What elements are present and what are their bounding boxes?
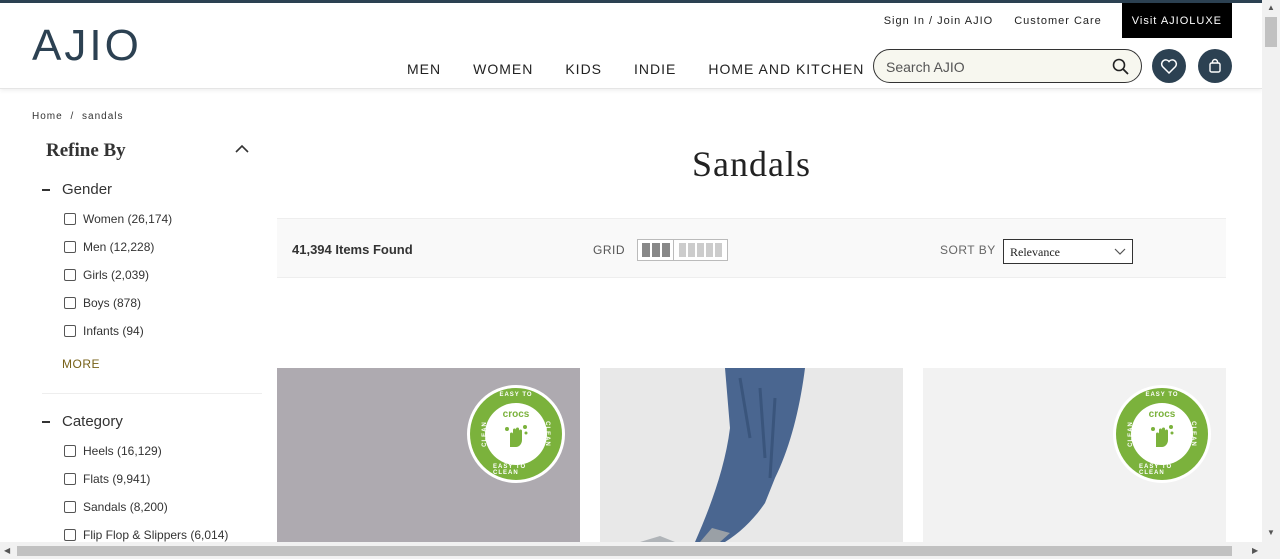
- badge-text: EASY TO CLEAN: [493, 464, 527, 476]
- top-links: Sign In / Join AJIO Customer Care Visit …: [863, 3, 1232, 38]
- badge-text: CLEAN: [1127, 421, 1134, 447]
- checkbox[interactable]: [64, 473, 76, 485]
- horizontal-scrollbar[interactable]: ◀ ▶: [0, 542, 1280, 559]
- nav-men[interactable]: MEN: [407, 61, 441, 77]
- checkbox[interactable]: [64, 213, 76, 225]
- checkbox[interactable]: [64, 241, 76, 253]
- facet-category-title: Category: [62, 413, 123, 430]
- badge-text: EASY TO: [499, 392, 533, 398]
- scroll-down-arrow-icon[interactable]: ▼: [1267, 528, 1275, 538]
- filter-option[interactable]: Girls (2,039): [64, 268, 149, 282]
- items-found-count: 41,394 Items Found: [292, 242, 413, 257]
- crocs-easy-to-clean-badge: EASY TO CLEAN CLEAN EASY TO CLEAN crocs: [1113, 385, 1211, 483]
- filter-option-label: Flats (9,941): [83, 472, 151, 486]
- checkbox[interactable]: [64, 325, 76, 337]
- filter-option[interactable]: Flats (9,941): [64, 472, 150, 486]
- grid-5-column-icon[interactable]: [674, 240, 727, 260]
- nav-home-and-kitchen[interactable]: HOME AND KITCHEN: [708, 61, 864, 77]
- bag-icon: [1209, 58, 1221, 73]
- signin-link[interactable]: Sign In / Join AJIO: [884, 15, 994, 27]
- filter-option[interactable]: Infants (94): [64, 324, 144, 338]
- page-title: Sandals: [692, 144, 811, 184]
- product-image: [640, 368, 805, 542]
- cart-button[interactable]: [1198, 49, 1232, 83]
- collapse-dash-icon: [42, 421, 50, 424]
- checkbox[interactable]: [64, 297, 76, 309]
- site-header: AJIO Sign In / Join AJIO Customer Care V…: [0, 3, 1262, 89]
- sort-by-label: SORT BY: [940, 243, 996, 257]
- badge-text: CLEAN: [481, 421, 488, 447]
- badge-text: EASY TO CLEAN: [1139, 464, 1173, 476]
- breadcrumb-current: sandals: [82, 111, 124, 122]
- filter-option[interactable]: Flip Flop & Slippers (6,014): [64, 528, 228, 542]
- hand-wash-icon: [1151, 425, 1174, 447]
- badge-brand: crocs: [1148, 409, 1176, 420]
- filter-option-label: Women (26,174): [83, 212, 173, 226]
- grid-3-column-icon[interactable]: [638, 240, 674, 260]
- refine-by-heading: Refine By: [46, 140, 126, 161]
- filter-option[interactable]: Men (12,228): [64, 240, 154, 254]
- badge-brand: crocs: [502, 409, 530, 420]
- chevron-up-icon[interactable]: [234, 143, 250, 155]
- filter-option[interactable]: Boys (878): [64, 296, 141, 310]
- grid-label: GRID: [593, 243, 625, 257]
- nav-women[interactable]: WOMEN: [473, 61, 533, 77]
- gender-more-link[interactable]: MORE: [62, 357, 100, 371]
- vertical-scroll-thumb[interactable]: [1265, 17, 1277, 47]
- search-input[interactable]: [886, 57, 1106, 77]
- search-box: [873, 49, 1142, 83]
- horizontal-scroll-thumb[interactable]: [17, 546, 1232, 556]
- wishlist-button[interactable]: [1152, 49, 1186, 83]
- search-icon[interactable]: [1111, 57, 1131, 77]
- checkbox[interactable]: [64, 501, 76, 513]
- filter-option[interactable]: Heels (16,129): [64, 444, 162, 458]
- sort-selected-value: Relevance: [1010, 245, 1060, 259]
- facet-gender[interactable]: Gender: [42, 181, 112, 198]
- hand-wash-icon: [505, 425, 528, 447]
- customer-care-link[interactable]: Customer Care: [1014, 15, 1102, 27]
- scroll-left-arrow-icon[interactable]: ◀: [4, 546, 10, 556]
- facet-category[interactable]: Category: [42, 413, 123, 430]
- heart-icon: [1160, 59, 1178, 74]
- filter-option-label: Men (12,228): [83, 240, 155, 254]
- results-toolbar: 41,394 Items Found GRID SORT BY Relevanc…: [277, 218, 1226, 278]
- scroll-right-arrow-icon[interactable]: ▶: [1252, 546, 1258, 556]
- facet-gender-title: Gender: [62, 181, 113, 198]
- badge-text: EASY TO: [1145, 392, 1179, 398]
- breadcrumb-home[interactable]: Home: [32, 111, 63, 122]
- crocs-easy-to-clean-badge: EASY TO CLEAN CLEAN EASY TO CLEAN crocs: [467, 385, 565, 483]
- ajio-logo[interactable]: AJIO: [32, 23, 142, 69]
- breadcrumb: Home / sandals: [32, 111, 128, 122]
- filter-option[interactable]: Women (26,174): [64, 212, 172, 226]
- checkbox[interactable]: [64, 269, 76, 281]
- product-card[interactable]: EASY TO CLEAN CLEAN EASY TO CLEAN crocs: [923, 368, 1226, 542]
- filter-option-label: Sandals (8,200): [83, 500, 168, 514]
- filter-option[interactable]: Sandals (8,200): [64, 500, 168, 514]
- nav-kids[interactable]: KIDS: [565, 61, 602, 77]
- product-card[interactable]: [600, 368, 903, 542]
- nav-indie[interactable]: INDIE: [634, 61, 676, 77]
- breadcrumb-separator: /: [70, 111, 75, 122]
- checkbox[interactable]: [64, 529, 76, 541]
- filter-option-label: Boys (878): [83, 296, 142, 310]
- badge-text: CLEAN: [1190, 421, 1197, 447]
- checkbox[interactable]: [64, 445, 76, 457]
- scroll-up-arrow-icon[interactable]: ▲: [1267, 3, 1275, 13]
- sort-select[interactable]: Relevance: [1003, 239, 1133, 264]
- badge-text: CLEAN: [544, 421, 551, 447]
- filter-option-label: Infants (94): [83, 324, 144, 338]
- filter-option-label: Flip Flop & Slippers (6,014): [83, 528, 229, 542]
- filter-option-label: Heels (16,129): [83, 444, 162, 458]
- filter-option-label: Girls (2,039): [83, 268, 150, 282]
- visit-ajioluxe-button[interactable]: Visit AJIOLUXE: [1121, 3, 1232, 38]
- product-card[interactable]: EASY TO CLEAN CLEAN EASY TO CLEAN crocs: [277, 368, 580, 542]
- main-nav: MEN WOMEN KIDS INDIE HOME AND KITCHEN: [407, 61, 896, 77]
- collapse-dash-icon: [42, 189, 50, 192]
- grid-toggle: [637, 239, 728, 261]
- chevron-down-icon: [1114, 248, 1126, 255]
- facet-divider: [42, 393, 262, 394]
- vertical-scrollbar[interactable]: ▲ ▼: [1262, 0, 1280, 542]
